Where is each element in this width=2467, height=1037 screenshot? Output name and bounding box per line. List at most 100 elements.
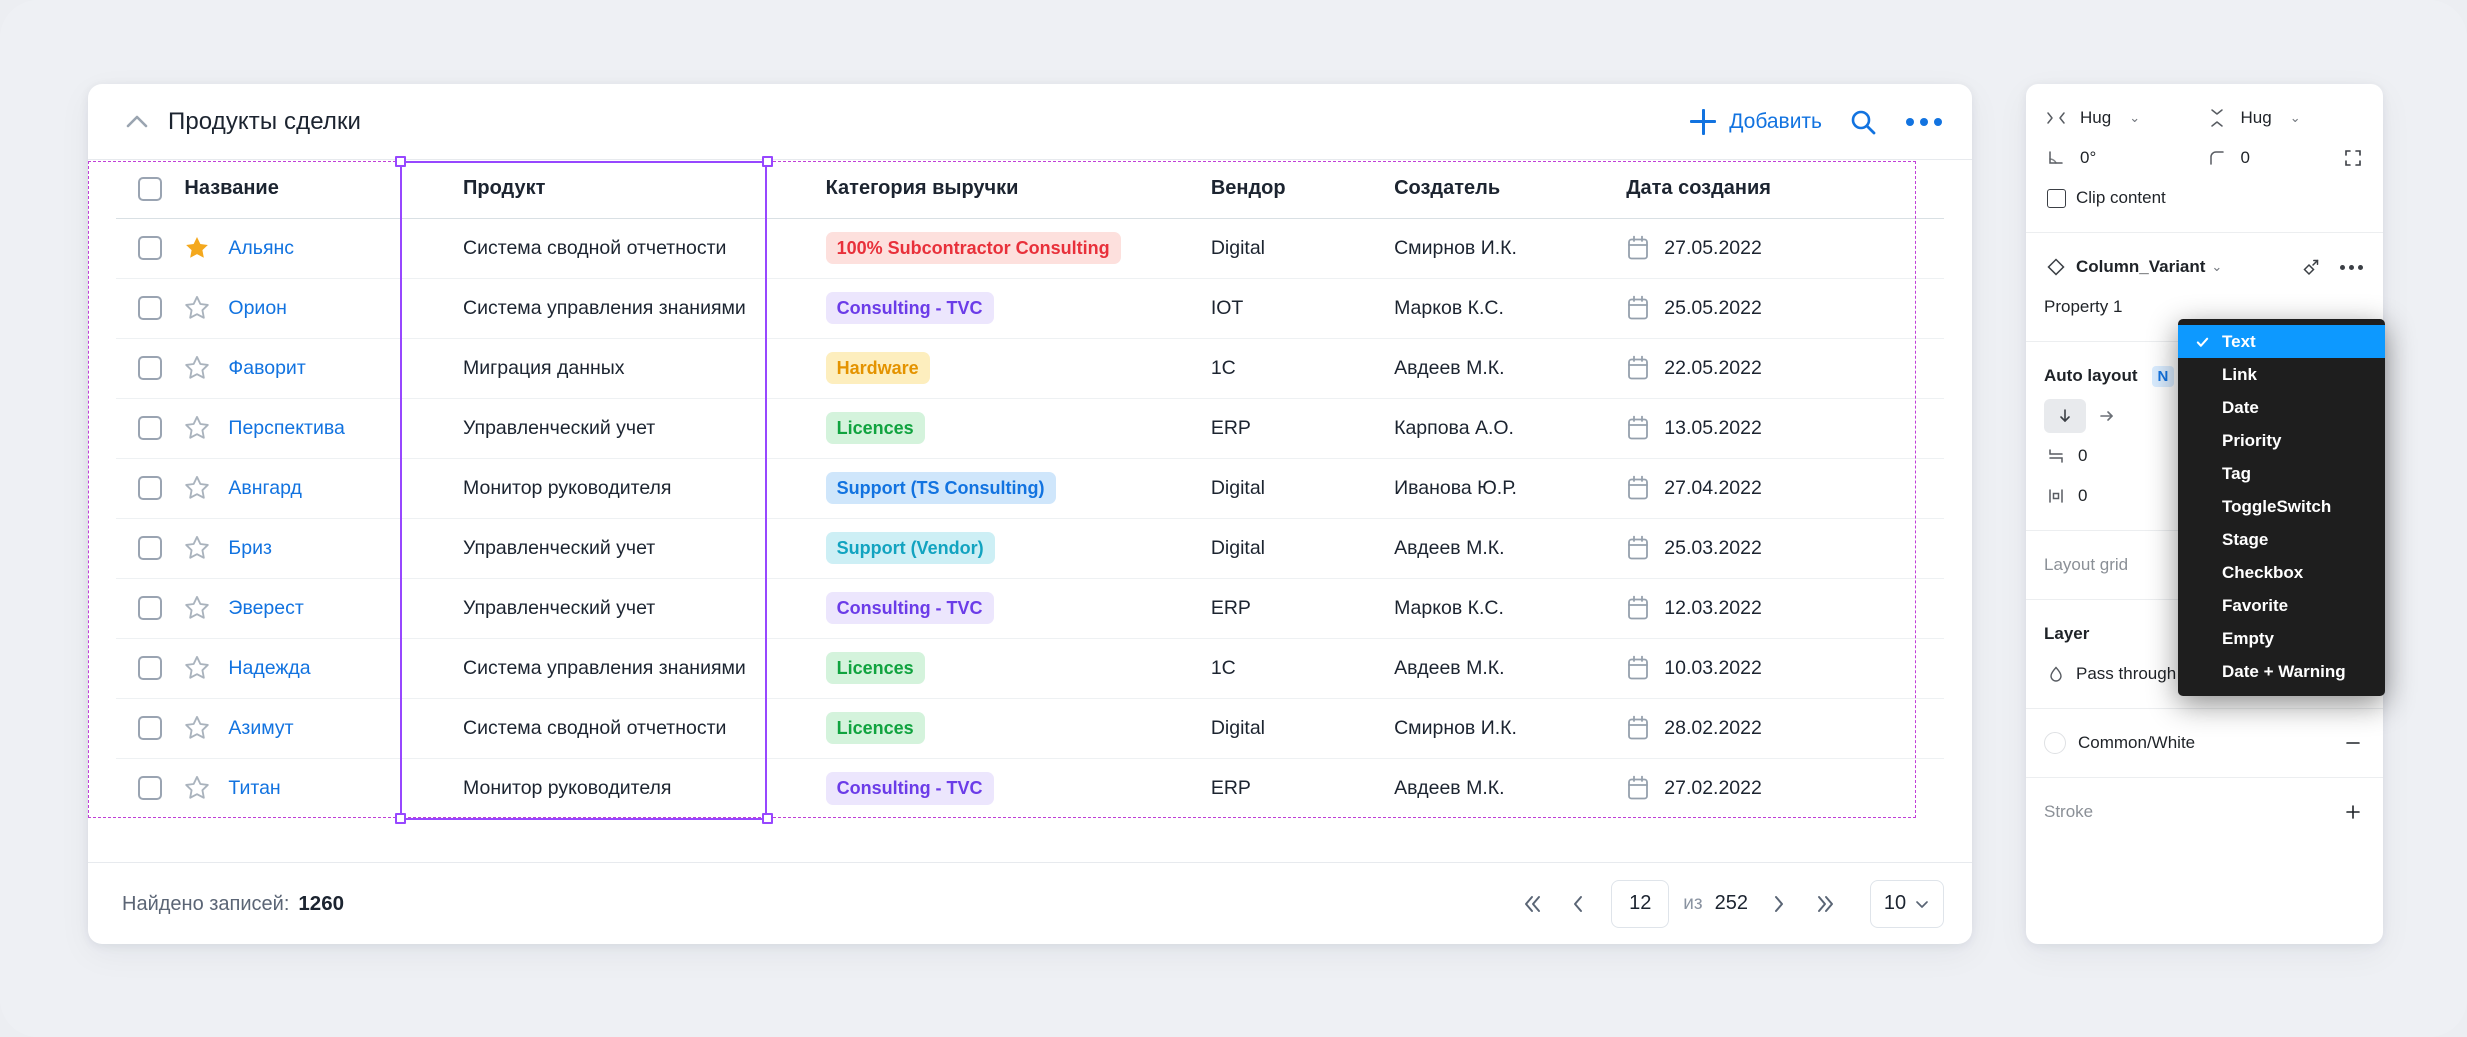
table-row[interactable]: Авнгард Монитор руководителя Support (TS C… (116, 458, 1944, 519)
row-checkbox[interactable] (138, 536, 162, 560)
row-name-link[interactable]: Эверест (228, 597, 303, 620)
direction-horizontal-button[interactable] (2086, 399, 2128, 433)
records-found: Найдено записей: 1260 (122, 892, 344, 916)
dropdown-item[interactable]: Tag (2178, 457, 2385, 490)
more-horizontal-icon[interactable] (1904, 112, 1944, 132)
width-control[interactable]: Hug ⌄ (2044, 106, 2205, 130)
row-select-cell (116, 638, 185, 699)
row-name-link[interactable]: Надежда (228, 657, 310, 680)
page-number-input[interactable]: 12 (1611, 879, 1670, 928)
first-page-button[interactable] (1509, 882, 1555, 926)
row-name-link[interactable]: Азимут (228, 717, 293, 740)
independent-corners-icon[interactable] (2341, 146, 2365, 170)
vertical-resize-icon (2205, 106, 2229, 130)
clip-content-checkbox[interactable] (2044, 186, 2068, 210)
page-of-label: из (1683, 892, 1703, 914)
fill-color-swatch[interactable] (2044, 732, 2066, 754)
prev-page-button[interactable] (1555, 882, 1601, 926)
row-name-link[interactable]: Авнгард (228, 477, 301, 500)
column-header-vendor[interactable]: Вендор (1210, 160, 1395, 219)
chevron-down-icon: ⌄ (2129, 110, 2141, 125)
add-button[interactable]: Добавить (1690, 108, 1822, 135)
blend-mode-value[interactable]: Pass through (2076, 664, 2176, 684)
component-name[interactable]: Column_Variant (2076, 257, 2205, 277)
row-checkbox[interactable] (138, 476, 162, 500)
row-checkbox[interactable] (138, 656, 162, 680)
row-category-cell: Consulting - TVC (807, 578, 1211, 639)
minus-icon[interactable] (2341, 731, 2365, 755)
fill-style-name[interactable]: Common/White (2078, 733, 2195, 753)
column-header-product[interactable]: Продукт (441, 160, 808, 219)
dropdown-item[interactable]: ToggleSwitch (2178, 490, 2385, 523)
rotation-control[interactable]: 0° (2044, 146, 2205, 170)
plus-icon[interactable] (2341, 800, 2365, 824)
page-size-select[interactable]: 10 (1870, 879, 1944, 928)
calendar-icon (1628, 715, 1649, 740)
row-checkbox[interactable] (138, 596, 162, 620)
swap-instance-icon[interactable] (2298, 255, 2322, 279)
row-date-value: 22.05.2022 (1664, 356, 1762, 379)
card-header: Продукты сделки Добавить (88, 84, 1972, 160)
calendar-icon (1628, 295, 1649, 320)
table-row[interactable]: Альянс Система сводной отчетности 100% Sub… (116, 218, 1944, 279)
row-date-value: 27.04.2022 (1664, 476, 1762, 499)
corner-radius-control[interactable]: 0 (2205, 146, 2366, 170)
dropdown-item[interactable]: Date + Warning (2178, 655, 2385, 688)
row-name-cell: Орион (184, 278, 442, 339)
dropdown-item-label: Text (2222, 331, 2256, 351)
row-name-link[interactable]: Перспектива (228, 417, 344, 440)
row-name-link[interactable]: Орион (228, 297, 287, 320)
variant-dropdown-menu[interactable]: Text Link Date Priority Tag ToggleSwitch Stage… (2178, 319, 2385, 696)
direction-vertical-button[interactable] (2044, 399, 2086, 433)
row-select-cell (116, 338, 185, 399)
row-product-cell: Система сводной отчетности (441, 218, 808, 279)
column-header-category[interactable]: Категория выручки (807, 160, 1211, 219)
column-header-created[interactable]: Дата создания (1626, 160, 1944, 219)
stroke-row: Stroke (2044, 792, 2365, 832)
row-checkbox[interactable] (138, 776, 162, 801)
table-row[interactable]: Азимут Система сводной отчетности Licences… (116, 698, 1944, 759)
row-checkbox[interactable] (138, 296, 162, 320)
chevron-up-icon[interactable] (122, 107, 152, 137)
dropdown-item[interactable]: Link (2178, 358, 2385, 391)
select-all-checkbox[interactable] (138, 176, 162, 201)
column-header-name[interactable]: Название (184, 160, 442, 219)
clip-content-row[interactable]: Clip content (2044, 178, 2365, 218)
dropdown-item[interactable]: Text (2178, 325, 2385, 358)
table-row[interactable]: Титан Монитор руководителя Consulting - TV… (116, 758, 1944, 818)
height-control[interactable]: Hug ⌄ (2205, 106, 2366, 130)
dropdown-item[interactable]: Priority (2178, 424, 2385, 457)
dropdown-item[interactable]: Favorite (2178, 589, 2385, 622)
dropdown-item[interactable]: Checkbox (2178, 556, 2385, 589)
dropdown-item[interactable]: Empty (2178, 622, 2385, 655)
table-row[interactable]: Фаворит Миграция данных Hardware 1C Авдеев М… (116, 338, 1944, 399)
last-page-button[interactable] (1802, 882, 1848, 926)
row-name-link[interactable]: Бриз (228, 537, 271, 560)
table-row[interactable]: Орион Система управления знаниями Consulti… (116, 278, 1944, 339)
chevron-down-icon[interactable]: ⌄ (2211, 259, 2222, 275)
row-select-cell (116, 578, 185, 639)
next-page-button[interactable] (1756, 882, 1802, 926)
table-row[interactable]: Эверест Управленческий учет Consulting - T… (116, 578, 1944, 639)
dropdown-item[interactable]: Stage (2178, 523, 2385, 556)
row-author-cell: Марков К.С. (1394, 278, 1627, 339)
table-row[interactable]: Бриз Управленческий учет Support (Vendor) D… (116, 518, 1944, 579)
row-author-cell: Смирнов И.К. (1394, 218, 1627, 279)
column-header-author[interactable]: Создатель (1394, 160, 1627, 219)
row-name-link[interactable]: Альянс (228, 237, 294, 260)
row-name-link[interactable]: Титан (228, 777, 280, 800)
row-checkbox[interactable] (138, 356, 162, 380)
row-checkbox[interactable] (138, 416, 162, 440)
table-header-row: Название Продукт Категория выручки Вендо… (116, 160, 1944, 219)
search-icon[interactable] (1848, 107, 1878, 137)
row-date-cell: 22.05.2022 (1626, 338, 1944, 399)
star-outline-icon (185, 536, 210, 559)
row-name-link[interactable]: Фаворит (228, 357, 305, 380)
row-checkbox[interactable] (138, 236, 162, 260)
row-product-cell: Монитор руководителя (441, 458, 808, 519)
dropdown-item[interactable]: Date (2178, 391, 2385, 424)
table-row[interactable]: Перспектива Управленческий учет Licences ER… (116, 398, 1944, 459)
component-more-icon[interactable] (2338, 259, 2365, 276)
table-row[interactable]: Надежда Система управления знаниями Licenc… (116, 638, 1944, 699)
row-checkbox[interactable] (138, 716, 162, 740)
